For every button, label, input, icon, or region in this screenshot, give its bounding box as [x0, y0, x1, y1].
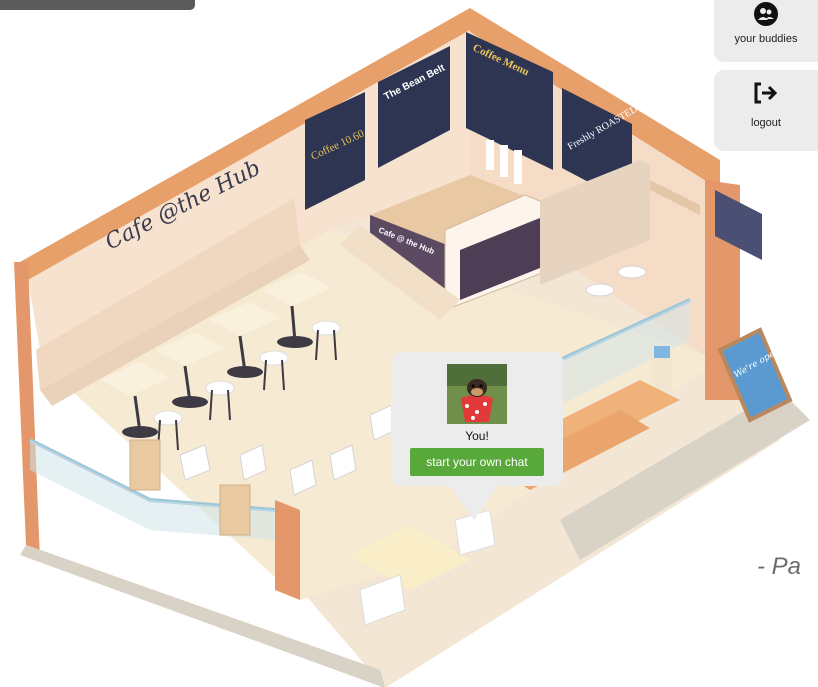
start-chat-button[interactable]: start your own chat: [410, 448, 544, 476]
avatar: [447, 364, 507, 424]
stool-seat: [153, 410, 183, 426]
user-popup: You! start your own chat: [391, 352, 563, 486]
quote-text: - Pa: [757, 553, 802, 580]
trash-bin-top: [654, 346, 670, 358]
cafe-scene: Coffee 10.60 The Bean Belt Coffee Menu F…: [14, 8, 810, 687]
stool-seat: [205, 380, 235, 396]
your-buddies-button[interactable]: your buddies: [714, 0, 818, 62]
logout-button[interactable]: logout: [714, 70, 818, 151]
your-buddies-label: your buddies: [734, 33, 798, 45]
stool-seat: [311, 320, 341, 336]
pallet-stack: [129, 439, 161, 491]
front-side-wall: [275, 500, 300, 600]
pallet-stack: [219, 484, 251, 536]
logout-icon: [753, 82, 779, 109]
cup-stack: [486, 140, 494, 170]
buddies-icon: [754, 2, 778, 31]
you-label: You!: [465, 429, 489, 443]
popup-pointer: [449, 485, 499, 520]
cup-stack: [500, 145, 508, 177]
stool-seat: [259, 350, 289, 366]
cup-stack: [514, 150, 522, 184]
top-left-bar: [0, 0, 195, 10]
logout-label: logout: [751, 117, 781, 129]
